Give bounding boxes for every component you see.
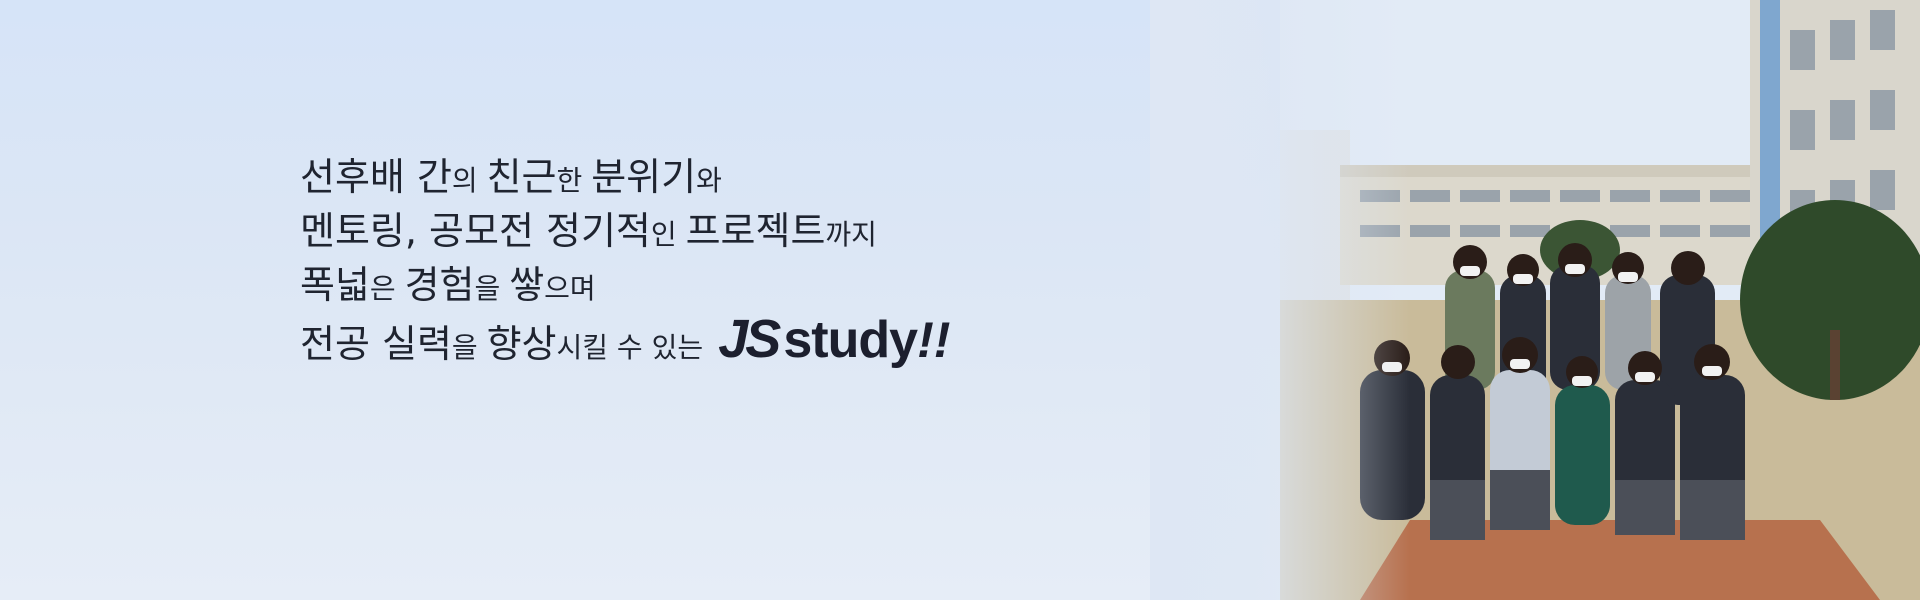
hero-text: 전공 실력 [300,322,452,366]
js-logo: JS [718,309,781,369]
hero-text: 의 [451,164,487,197]
hero-text: 은 [369,272,405,305]
hero-text: 멘토링, 공모전 정기적 [300,209,651,253]
hero-copy: 선후배 간의 친근한 분위기와 멘토링, 공모전 정기적인 프로젝트까지 폭넓은… [300,150,951,369]
hero-text: 프로젝트 [685,209,826,253]
hero-line-4: 전공 실력을 향상시킬 수 있는 JS study!! [300,309,951,369]
hero-text: 인 [650,218,686,251]
hero-text: 쌓 [509,263,545,307]
hero-text: 친근 [486,155,557,199]
hero-text: 폭넓 [300,263,370,307]
hero-line-2: 멘토링, 공모전 정기적인 프로젝트까지 [300,204,950,258]
hero-text: 을 [474,272,510,305]
hero-line-1: 선후배 간의 친근한 분위기와 [300,150,950,204]
hero-text: 으며 [544,272,596,305]
hero-text: 분위기 [591,155,697,199]
hero-text: 향상 [486,322,557,366]
hero-text: 시킬 수 있는 [556,331,704,364]
hero-text: 을 [451,331,487,364]
hero-text: 한 [556,164,592,197]
hero-text: 선후배 간 [300,155,452,199]
hero-banner: 선후배 간의 친근한 분위기와 멘토링, 공모전 정기적인 프로젝트까지 폭넓은… [0,0,1920,600]
hero-text: 와 [696,164,722,197]
hero-text: 까지 [825,218,877,251]
brand-study: study [783,311,918,369]
hero-text: 경험 [404,263,475,307]
hero-line-3: 폭넓은 경험을 쌓으며 [300,258,950,312]
brand-exclaim: !! [917,312,951,368]
photo-fade [1150,0,1410,600]
